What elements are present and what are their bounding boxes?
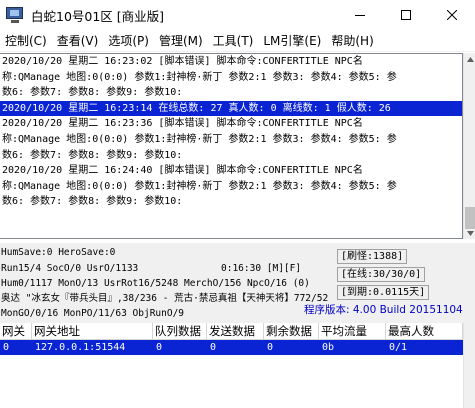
log-line: 数6: 参数7: 参数8: 参数9: 参数10: [2,196,183,208]
log-textarea[interactable]: 2020/10/20 星期二 16:23:02 [脚本错误] 脚本命令:CONF… [0,53,463,239]
menu-lm-engine[interactable]: LM引擎(E) [258,30,326,52]
log-line: 2020/10/20 星期二 16:24:40 [脚本错误] 脚本命令:CONF… [2,165,363,177]
program-version: 程序版本: 4.00 Build 20151104 [304,304,463,316]
minimize-icon [355,15,365,16]
table-scrollbar[interactable] [463,323,475,408]
scroll-up-icon[interactable] [464,53,475,65]
menu-options[interactable]: 选项(P) [103,30,154,52]
status-run: Run15/4 SocO/0 UsrO/1133 [1,263,139,274]
log-line: 2020/10/20 星期二 16:23:36 [脚本错误] 脚本命令:CONF… [2,118,363,130]
window-title: 白蛇10号01区 [商业版] [31,8,165,24]
app-computer-icon [5,5,25,25]
column-header[interactable]: 发送数据 [207,323,264,339]
maximize-button[interactable] [383,0,429,30]
log-line: 2020/10/20 星期二 16:23:02 [脚本错误] 脚本命令:CONF… [2,56,363,67]
maximize-icon [401,10,411,20]
close-button[interactable] [429,0,475,30]
menu-tools[interactable]: 工具(T) [208,30,259,52]
column-header[interactable]: 最高人数 [386,323,463,339]
cell-sent: 0 [210,342,217,353]
log-line: 称:QManage 地图:0(0:0) 参数1:封神榜·新丁 参数2:1 参数3… [2,71,397,83]
menu-manage[interactable]: 管理(M) [154,30,208,52]
cell-remaining: 0 [267,342,274,353]
column-header[interactable]: 网关地址 [32,323,153,339]
log-line-selected: 2020/10/20 星期二 16:23:14 在线总数: 27 真人数: 0 … [0,100,462,117]
log-line: 数6: 参数7: 参数8: 参数9: 参数10: [2,87,183,99]
title-bar[interactable]: 白蛇10号01区 [商业版] [0,0,475,30]
column-header[interactable]: 网关 [0,323,32,339]
status-mongen: MonGO/0/16 MonPO/11/63 ObjRunO/9 [1,308,185,319]
menu-control[interactable]: 控制(C) [0,30,52,52]
scroll-down-icon[interactable] [464,227,475,239]
refresh-count: [刷怪:1388] [337,249,408,264]
table-row[interactable]: 0 127.0.0.1:51544 0 0 0 0b 0/1 [0,340,463,355]
minimize-button[interactable] [337,0,383,30]
status-monster: 奥达 "冰玄女『带兵头目』,38/236 - 荒古·禁忌真祖【天神天将】772/… [1,293,329,304]
cell-address: 127.0.0.1:51544 [35,342,126,353]
column-header[interactable]: 平均流量 [319,323,386,339]
online-count: [在线:30/30/0] [337,267,426,282]
scroll-thumb[interactable] [465,207,475,229]
status-hum: Hum0/1117 MonO/13 UsrRot16/5248 MerchO/1… [1,278,310,289]
column-header[interactable]: 队列数据 [153,323,207,339]
menu-help[interactable]: 帮助(H) [326,30,378,52]
menu-bar: 控制(C) 查看(V) 选项(P) 管理(M) 工具(T) LM引擎(E) 帮助… [0,30,475,52]
close-icon [447,10,457,20]
cell-queue: 0 [156,342,163,353]
log-scrollbar[interactable] [463,53,475,239]
column-header[interactable]: 剩余数据 [264,323,319,339]
status-save: HumSave:0 HeroSave:0 [1,247,116,258]
expiry-days: [到期:0.0115天] [337,285,430,300]
cell-avg-traffic: 0b [322,342,335,353]
status-time: 0:16:30 [M][F] [221,263,302,274]
cell-max-users: 0/1 [389,342,408,353]
log-line: 称:QManage 地图:0(0:0) 参数1:封神榜·新丁 参数2:1 参数3… [2,180,397,192]
menu-view[interactable]: 查看(V) [52,30,104,52]
gateway-table[interactable]: 网关 网关地址 队列数据 发送数据 剩余数据 平均流量 最高人数 0 127.0… [0,323,463,408]
log-line: 称:QManage 地图:0(0:0) 参数1:封神榜·新丁 参数2:1 参数3… [2,133,397,145]
log-line: 数6: 参数7: 参数8: 参数9: 参数10: [2,149,183,161]
cell-gateway: 0 [3,342,10,353]
table-header: 网关 网关地址 队列数据 发送数据 剩余数据 平均流量 最高人数 [0,323,463,340]
